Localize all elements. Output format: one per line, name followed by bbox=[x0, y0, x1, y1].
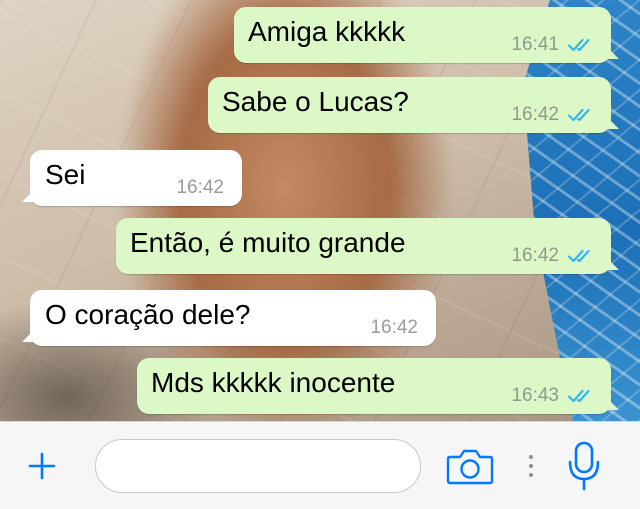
camera-icon bbox=[446, 449, 494, 485]
message-text: Mds kkkkk inocente bbox=[151, 367, 396, 398]
more-options-button[interactable] bbox=[522, 448, 540, 484]
voice-message-button[interactable] bbox=[562, 436, 606, 496]
message-time: 16:43 bbox=[511, 385, 559, 406]
message-time: 16:42 bbox=[511, 104, 559, 125]
message-time: 16:42 bbox=[176, 177, 224, 198]
message-meta: 16:43 bbox=[511, 385, 597, 407]
message-bubble-incoming[interactable]: Sei 16:42 bbox=[22, 150, 242, 206]
attach-button[interactable] bbox=[20, 444, 64, 488]
message-text: Sabe o Lucas? bbox=[222, 86, 409, 117]
double-check-icon bbox=[567, 249, 590, 263]
message-meta: 16:42 bbox=[511, 245, 597, 267]
vertical-dots-icon bbox=[529, 455, 533, 477]
double-check-icon bbox=[567, 38, 590, 52]
message-input[interactable] bbox=[95, 439, 421, 493]
message-time: 16:42 bbox=[370, 317, 418, 338]
message-bubble-incoming[interactable]: O coração dele? 16:42 bbox=[22, 290, 436, 346]
plus-icon bbox=[28, 452, 56, 480]
microphone-icon bbox=[568, 441, 600, 491]
message-time: 16:42 bbox=[511, 245, 559, 266]
message-bubble-outgoing[interactable]: Mds kkkkk inocente 16:43 bbox=[137, 358, 619, 414]
message-bubble-outgoing[interactable]: Sabe o Lucas? 16:42 bbox=[208, 77, 619, 133]
double-check-icon bbox=[567, 108, 590, 122]
message-text: Amiga kkkkk bbox=[248, 16, 406, 47]
message-meta: 16:41 bbox=[511, 34, 597, 56]
message-bubble-outgoing[interactable]: Amiga kkkkk 16:41 bbox=[234, 7, 619, 63]
message-text: O coração dele? bbox=[45, 299, 251, 330]
message-text: Então, é muito grande bbox=[130, 227, 406, 258]
message-meta: 16:42 bbox=[511, 104, 597, 126]
message-time: 16:41 bbox=[511, 34, 559, 55]
message-meta: 16:42 bbox=[176, 177, 224, 199]
message-bubble-outgoing[interactable]: Então, é muito grande 16:42 bbox=[116, 218, 619, 274]
message-input-bar bbox=[0, 421, 640, 509]
message-text: Sei bbox=[45, 159, 86, 190]
double-check-icon bbox=[567, 389, 590, 403]
camera-button[interactable] bbox=[442, 442, 498, 490]
message-meta: 16:42 bbox=[370, 317, 418, 339]
